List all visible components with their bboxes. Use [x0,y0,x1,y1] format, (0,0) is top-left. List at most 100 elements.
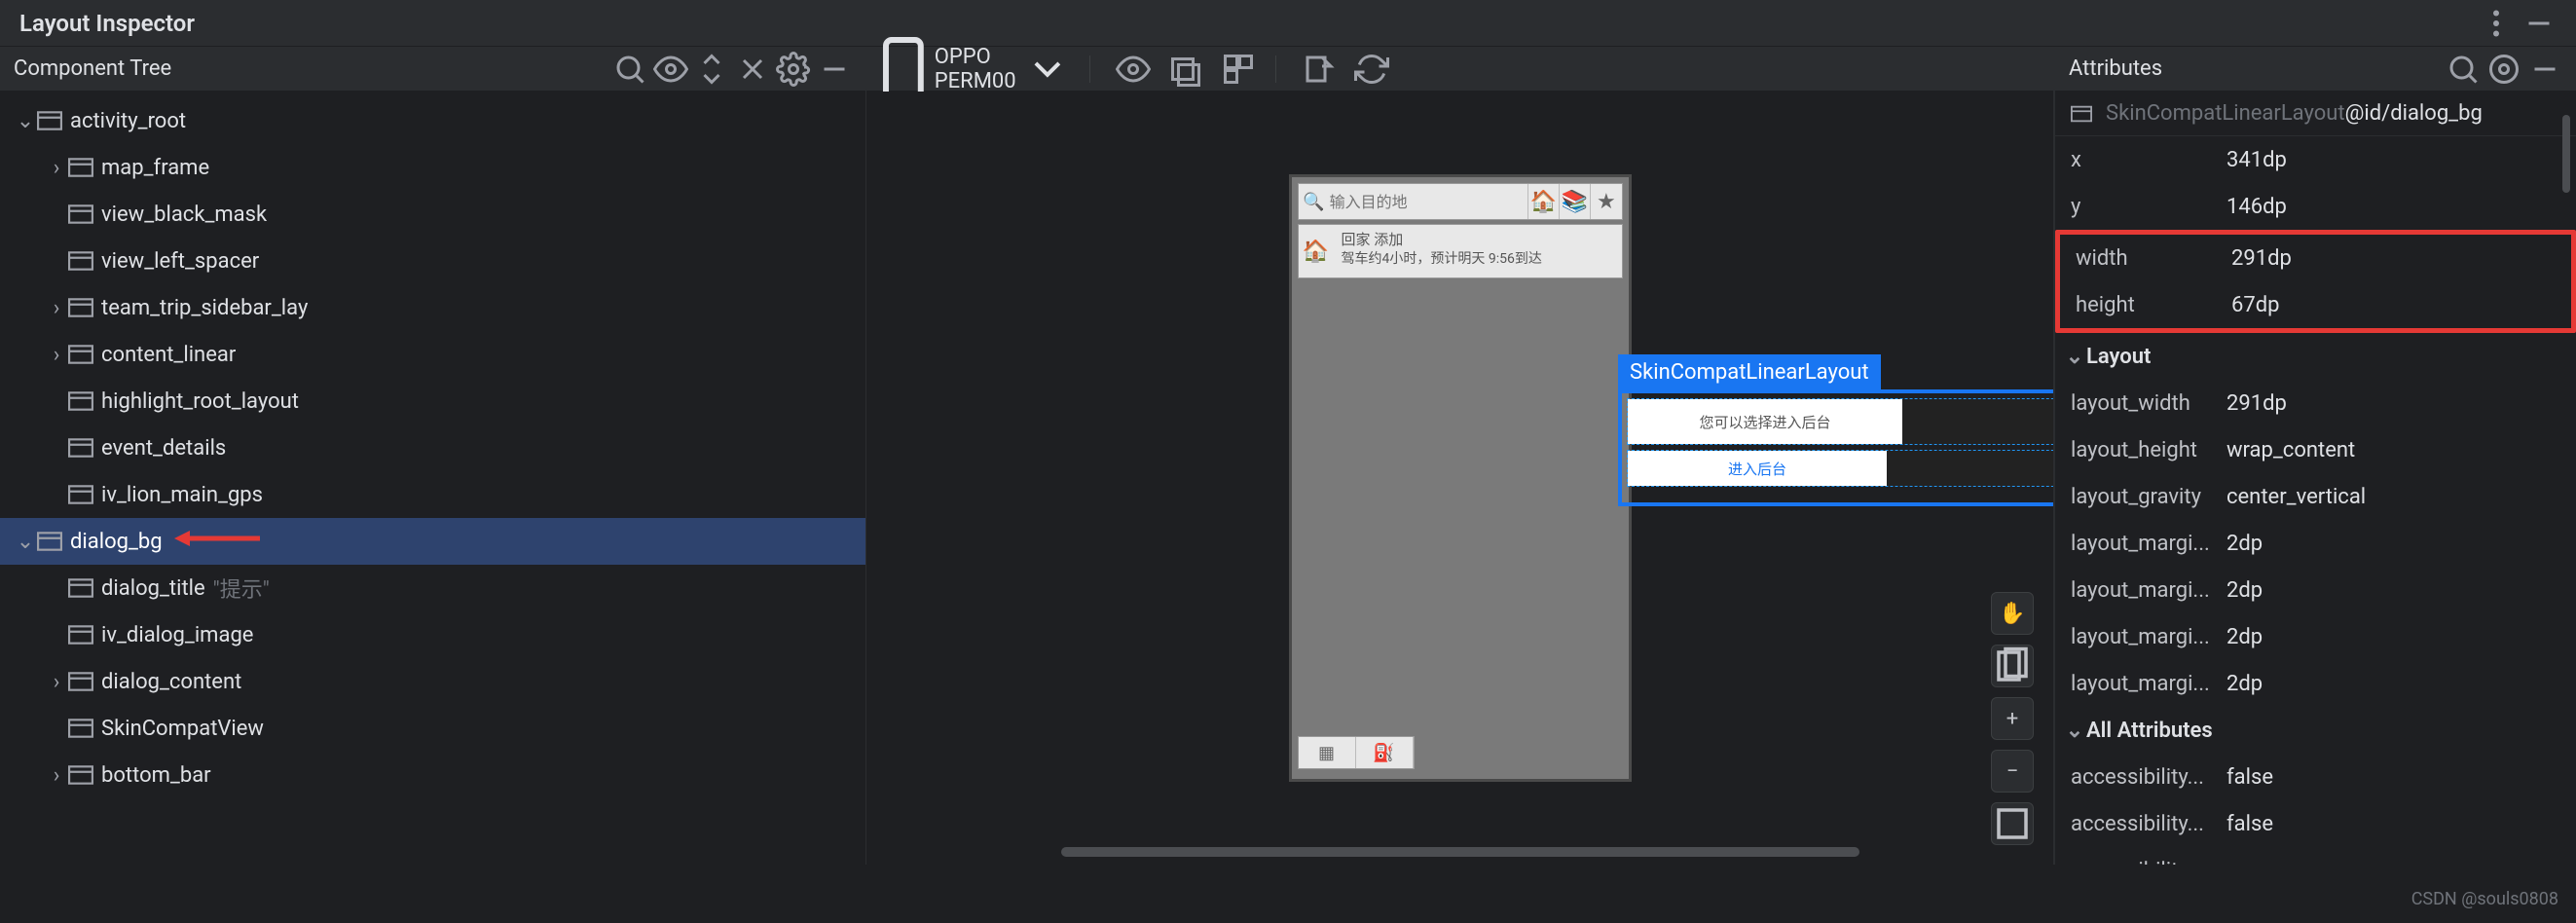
layout-icon [37,532,62,551]
chevron-icon[interactable]: › [45,670,68,694]
minimize-panel-icon[interactable] [817,52,852,87]
layout-icon [68,625,93,645]
chevron-icon[interactable]: › [45,156,68,180]
refresh-icon[interactable] [1354,52,1389,87]
attr-height[interactable]: height67dp [2060,281,2571,328]
expand-collapse-icon[interactable] [694,52,729,87]
search-icon: 🔍 [1299,192,1330,212]
export-icon[interactable] [1302,52,1337,87]
tree-node-team_trip_sidebar_lay[interactable]: ›team_trip_sidebar_lay [0,284,865,331]
layout-icon [68,391,93,411]
attr-x[interactable]: x341dp [2055,136,2576,183]
layout-icon [68,578,93,598]
attr-layout_height[interactable]: layout_heightwrap_content [2055,426,2576,473]
fit-icon[interactable] [1991,802,2034,845]
star-icon: ★ [1590,184,1621,219]
tree-node-map_frame[interactable]: ›map_frame [0,144,865,191]
layout-icon [68,298,93,317]
minimize-icon[interactable] [2521,6,2557,41]
gear-icon[interactable] [2486,52,2521,87]
tree-node-highlight_root_layout[interactable]: highlight_root_layout [0,378,865,425]
zoom-in-icon[interactable]: + [1991,697,2034,740]
attr-layout_width[interactable]: layout_width291dp [2055,380,2576,426]
tree-node-view_black_mask[interactable]: view_black_mask [0,191,865,238]
attributes-list[interactable]: SkinCompatLinearLayout@id/dialog_bgx341d… [2055,92,2576,865]
home-route-icon: 🏠 [1299,225,1334,277]
attr-layout_margi-[interactable]: layout_margi...2dp [2055,567,2576,613]
attr-layout_margi-[interactable]: layout_margi...2dp [2055,613,2576,660]
tree-node-dialog_bg[interactable]: ⌄dialog_bg [0,518,865,565]
fuel-icon: ⛽ [1356,737,1414,768]
home-icon: 🏠 [1527,184,1559,219]
tree-node-activity_root[interactable]: ⌄activity_root [0,97,865,144]
section-all-attributes[interactable]: ⌄All Attributes [2055,707,2576,754]
layout-icon [68,765,93,785]
search-input [1330,193,1527,211]
tree-node-dialog_content[interactable]: ›dialog_content [0,658,865,705]
layers-3d-icon[interactable] [1991,645,2034,687]
eye-icon[interactable] [653,52,688,87]
component-tree-title: Component Tree [14,56,171,81]
horizontal-scrollbar[interactable] [1061,847,1859,857]
minimize-panel-icon[interactable] [2527,52,2562,87]
snapshot-overlay-icon[interactable] [1168,52,1203,87]
component-tree-panel: Component Tree ⌄activity_root›map_framev… [0,47,866,865]
selection-label: SkinCompatLinearLayout [1618,354,1881,390]
chevron-down-icon [1024,46,1071,92]
search-icon[interactable] [612,52,647,87]
annotation-arrow-icon [174,528,262,555]
layout-icon [68,345,93,364]
tree-node-dialog_title[interactable]: dialog_title"提示" [0,565,865,611]
layout-icon [68,204,93,224]
layout-icon [68,485,93,504]
search-icon[interactable] [2446,52,2481,87]
tree-node-bottom_bar[interactable]: ›bottom_bar [0,752,865,798]
chevron-icon[interactable]: ⌄ [14,530,37,554]
tree-node-content_linear[interactable]: ›content_linear [0,331,865,378]
layout-icon [37,111,62,130]
layout-icon [68,672,93,691]
close-icon[interactable] [735,52,770,87]
attr-accessibility-[interactable]: accessibility...none [2055,847,2576,865]
attr-layout_gravity[interactable]: layout_gravitycenter_vertical [2055,473,2576,520]
tree-node-event_details[interactable]: event_details [0,425,865,471]
pan-icon[interactable]: ✋ [1991,592,2034,635]
selection-box: 您可以选择进入后台 进入后台 [1618,389,2053,506]
title-bar: Layout Inspector [0,0,2576,47]
attr-layout_margi-[interactable]: layout_margi...2dp [2055,520,2576,567]
chevron-icon[interactable]: › [45,763,68,788]
snapshot-icon[interactable] [1221,52,1256,87]
scrollbar[interactable] [2562,115,2570,193]
attributes-title: Attributes [2069,56,2162,81]
search-bar: 🔍 🏠 📚 ★ [1298,183,1623,220]
attr-layout_margi-[interactable]: layout_margi...2dp [2055,660,2576,707]
tree-node-view_left_spacer[interactable]: view_left_spacer [0,238,865,284]
preview-canvas[interactable]: 🔍 🏠 📚 ★ 🏠 回家 添加 驾车约4小时，预计明天 9:56到达 ▦ ⛽ [866,92,2053,865]
component-tree[interactable]: ⌄activity_root›map_frameview_black_maskv… [0,92,865,865]
annotation-highlight: width291dpheight67dp [2055,230,2576,333]
chevron-icon[interactable]: › [45,343,68,367]
gear-icon[interactable] [776,52,811,87]
layout-icon [68,438,93,458]
tree-node-iv_lion_main_gps[interactable]: iv_lion_main_gps [0,471,865,518]
layers-icon: 📚 [1559,184,1590,219]
attr-accessibility-[interactable]: accessibility...false [2055,754,2576,800]
more-icon[interactable] [2479,6,2514,41]
device-frame: 🔍 🏠 📚 ★ 🏠 回家 添加 驾车约4小时，预计明天 9:56到达 ▦ ⛽ [1289,174,1632,782]
tree-node-iv_dialog_image[interactable]: iv_dialog_image [0,611,865,658]
layout-icon [68,158,93,177]
chevron-icon[interactable]: › [45,296,68,320]
attr-y[interactable]: y146dp [2055,183,2576,230]
zoom-out-icon[interactable]: − [1991,750,2034,793]
layout-icon [68,719,93,738]
tree-node-SkinCompatView[interactable]: SkinCompatView [0,705,865,752]
layout-icon [68,251,93,271]
live-icon[interactable] [1116,52,1151,87]
preview-panel: OPPO PERM00 🔍 🏠 📚 ★ 🏠 [866,47,2054,865]
attr-width[interactable]: width291dp [2060,235,2571,281]
route-card: 🏠 回家 添加 驾车约4小时，预计明天 9:56到达 [1298,224,1623,278]
bottom-bar: ▦ ⛽ [1298,736,1415,769]
chevron-icon[interactable]: ⌄ [14,109,37,133]
attr-accessibility-[interactable]: accessibility...false [2055,800,2576,847]
section-layout[interactable]: ⌄Layout [2055,333,2576,380]
